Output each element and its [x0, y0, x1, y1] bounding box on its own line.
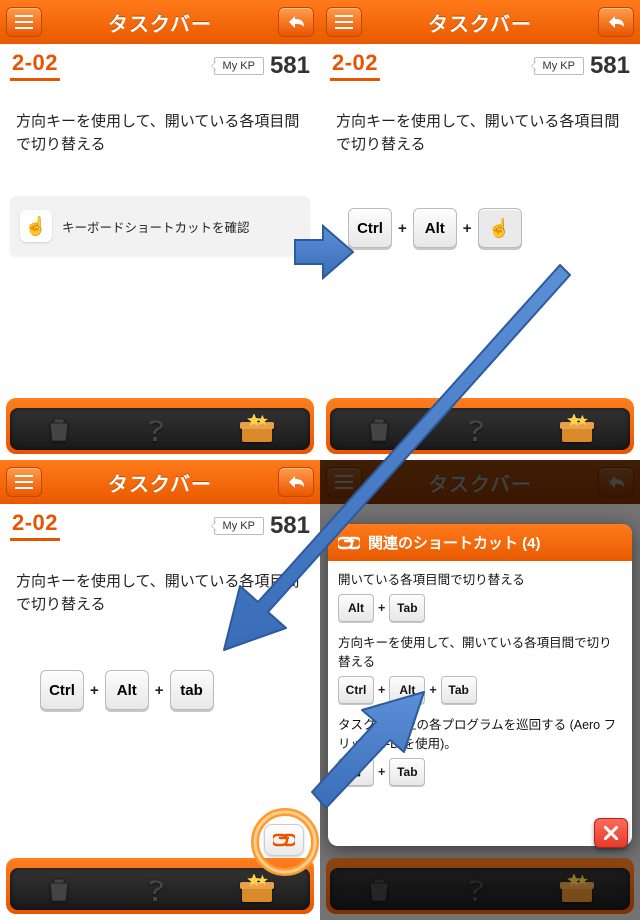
plus-sign: + — [155, 682, 164, 699]
kp-value: 581 — [270, 52, 310, 80]
tap-key[interactable]: ☝ — [478, 208, 522, 248]
related-shortcuts-popup: 関連のショートカット (4) 開いている各項目間で切り替える Alt + Tab… — [328, 524, 632, 846]
list-icon — [335, 15, 353, 29]
shortcut-display: Ctrl + Alt + tab — [0, 626, 320, 710]
popup-item-text: タスク バー上の各プログラムを巡回する (Aero フリップ 3-D を使用)。 — [338, 714, 622, 752]
popup-item-text: 方向キーを使用して、開いている各項目間で切り替える — [338, 632, 622, 670]
header: タスクバー — [0, 0, 320, 44]
key-tab: Tab — [441, 676, 477, 704]
trash-icon[interactable] — [366, 415, 392, 443]
key-ctrl: Ctrl — [40, 670, 84, 710]
list-icon — [15, 475, 33, 489]
help-icon[interactable] — [463, 875, 489, 903]
dock — [6, 398, 314, 454]
favorites-box-icon[interactable] — [240, 874, 274, 904]
kp-label: My KP — [214, 517, 264, 535]
trash-icon[interactable] — [366, 875, 392, 903]
trash-icon[interactable] — [46, 875, 72, 903]
kp-group: My KP 581 — [214, 52, 310, 80]
question-text: 方向キーを使用して、開いている各項目間で切り替える — [0, 545, 320, 626]
menu-button[interactable] — [6, 7, 42, 37]
popup-item[interactable]: 開いている各項目間で切り替える Alt + Tab — [338, 569, 622, 622]
plus-sign: + — [398, 220, 407, 237]
popup-item-text: 開いている各項目間で切り替える — [338, 569, 622, 588]
question-text: 方向キーを使用して、開いている各項目間で切り替える — [0, 85, 320, 166]
kp-value: 581 — [270, 512, 310, 540]
kp-label: My KP — [534, 57, 584, 75]
page-title: タスクバー — [362, 8, 598, 37]
shortcut-display: Ctrl + Alt + ☝ — [320, 166, 640, 248]
close-button[interactable] — [594, 818, 628, 848]
meta-row: 2-02 My KP 581 — [0, 44, 320, 85]
key-ctrl: Ctrl — [348, 208, 392, 248]
undo-icon — [286, 15, 306, 29]
list-icon — [15, 15, 33, 29]
popup-item[interactable]: 方向キーを使用して、開いている各項目間で切り替える Ctrl + Alt + T… — [338, 632, 622, 704]
popup-item[interactable]: タスク バー上の各プログラムを巡回する (Aero フリップ 3-D を使用)。… — [338, 714, 622, 786]
key-tab: tab — [170, 670, 214, 710]
help-icon[interactable] — [463, 415, 489, 443]
key-win: ⊞ — [338, 758, 374, 786]
question-number: 2-02 — [10, 50, 60, 81]
plus-sign: + — [90, 682, 99, 699]
related-button[interactable] — [264, 824, 304, 856]
help-icon[interactable] — [143, 415, 169, 443]
back-button[interactable] — [598, 7, 634, 37]
reveal-shortcut-card[interactable]: ☝ キーボードショートカットを確認 — [10, 196, 310, 256]
trash-icon[interactable] — [46, 415, 72, 443]
key-alt: Alt — [105, 670, 149, 710]
key-tab: Tab — [389, 758, 425, 786]
favorites-box-icon[interactable] — [560, 874, 594, 904]
kp-label: My KP — [214, 57, 264, 75]
menu-button[interactable] — [326, 7, 362, 37]
favorites-box-icon[interactable] — [560, 414, 594, 444]
plus-sign: + — [463, 220, 472, 237]
favorites-box-icon[interactable] — [240, 414, 274, 444]
undo-icon — [286, 475, 306, 489]
page-title: タスクバー — [42, 468, 278, 497]
back-button[interactable] — [278, 7, 314, 37]
question-number: 2-02 — [10, 510, 60, 541]
kp-value: 581 — [590, 52, 630, 80]
reveal-shortcut-label: キーボードショートカットを確認 — [62, 217, 250, 236]
undo-icon — [606, 15, 626, 29]
key-alt: Alt — [389, 676, 425, 704]
back-button[interactable] — [278, 467, 314, 497]
link-icon — [338, 536, 360, 550]
key-alt: Alt — [413, 208, 457, 248]
popup-title: 関連のショートカット (4) — [368, 532, 541, 553]
key-tab: Tab — [389, 594, 425, 622]
key-alt: Alt — [338, 594, 374, 622]
question-number: 2-02 — [330, 50, 380, 81]
question-text: 方向キーを使用して、開いている各項目間で切り替える — [320, 85, 640, 166]
link-icon — [273, 833, 295, 847]
key-ctrl: Ctrl — [338, 676, 374, 704]
tap-icon: ☝ — [20, 210, 52, 242]
menu-button[interactable] — [6, 467, 42, 497]
help-icon[interactable] — [143, 875, 169, 903]
page-title: タスクバー — [42, 8, 278, 37]
close-icon — [604, 826, 618, 840]
